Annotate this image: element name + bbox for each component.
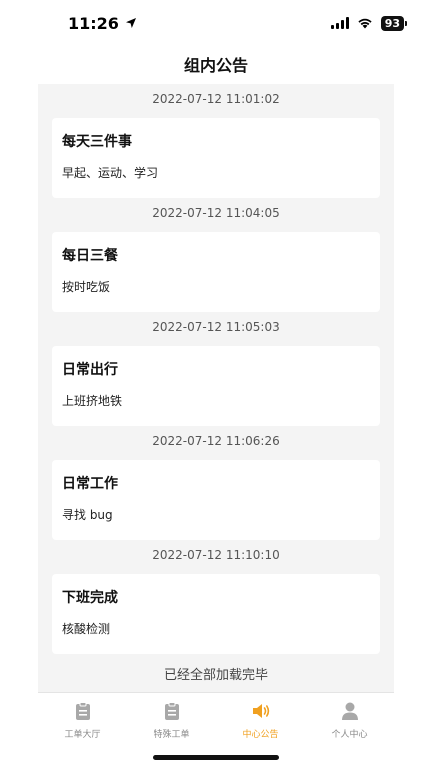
announcement-card[interactable]: 日常工作 寻找 bug [52, 460, 380, 540]
announcement-card[interactable]: 每天三件事 早起、运动、学习 [52, 118, 380, 198]
announcement-timestamp: 2022-07-12 11:06:26 [152, 434, 280, 448]
announcement-timestamp: 2022-07-12 11:01:02 [152, 92, 280, 106]
tab-label: 工单大厅 [64, 730, 101, 740]
status-left: 11:26 [68, 14, 137, 33]
list-end-text: 已经全部加载完毕 [163, 668, 268, 683]
clipboard-icon [75, 702, 90, 720]
clipboard-icon [164, 702, 179, 720]
announcement-title: 日常出行 [62, 362, 118, 378]
announcement-body: 核酸检测 [62, 622, 111, 636]
announcement-body: 早起、运动、学习 [62, 166, 159, 180]
tab-center-announcement[interactable]: 中心公告 [216, 693, 305, 744]
nav-header: 组内公告 [0, 46, 432, 82]
page-title: 组内公告 [183, 56, 248, 75]
battery-indicator: 93 [380, 15, 408, 31]
announcement-entry: 2022-07-12 11:05:03 日常出行 上班挤地铁 [52, 312, 380, 426]
status-right: 93 [330, 15, 408, 31]
tab-label: 特殊工单 [153, 730, 190, 740]
status-bar: 11:26 93 [0, 0, 432, 46]
wifi-icon [358, 18, 372, 29]
home-indicator[interactable] [153, 755, 279, 760]
tab-label: 个人中心 [331, 730, 368, 740]
announcement-timestamp: 2022-07-12 11:05:03 [152, 320, 280, 334]
announcement-entry: 2022-07-12 11:04:05 每日三餐 按时吃饭 [52, 198, 380, 312]
announcement-timestamp: 2022-07-12 11:04:05 [152, 206, 280, 220]
announcement-card[interactable]: 日常出行 上班挤地铁 [52, 346, 380, 426]
announcement-entry: 2022-07-12 11:01:02 每天三件事 早起、运动、学习 [52, 84, 380, 198]
speaker-icon [252, 704, 269, 718]
announcement-entry: 2022-07-12 11:06:26 日常工作 寻找 bug [52, 426, 380, 540]
tab-work-order-hall[interactable]: 工单大厅 [38, 693, 127, 744]
announcement-body: 上班挤地铁 [62, 394, 123, 408]
tab-label: 中心公告 [242, 730, 279, 740]
announcement-card[interactable]: 每日三餐 按时吃饭 [52, 232, 380, 312]
status-time: 11:26 [68, 13, 119, 33]
announcement-body: 寻找 bug [62, 508, 113, 522]
announcement-body: 按时吃饭 [62, 280, 111, 294]
cellular-signal-icon [330, 17, 349, 29]
location-arrow-icon [125, 18, 136, 28]
announcement-card[interactable]: 下班完成 核酸检测 [52, 574, 380, 654]
announcement-title: 日常工作 [62, 476, 118, 492]
announcement-title: 下班完成 [62, 590, 118, 606]
tab-personal-center[interactable]: 个人中心 [305, 693, 394, 744]
announcement-title: 每日三餐 [62, 248, 118, 264]
announcement-timestamp: 2022-07-12 11:10:10 [152, 548, 280, 562]
tab-special-work-order[interactable]: 特殊工单 [127, 693, 216, 744]
bottom-tab-bar: 工单大厅 特殊工单 中心公告 个人中心 [38, 692, 394, 744]
announcement-list[interactable]: 2022-07-12 11:01:02 每天三件事 早起、运动、学习 2022-… [38, 84, 394, 692]
person-icon [341, 702, 358, 720]
announcement-entry: 2022-07-12 11:10:10 下班完成 核酸检测 [52, 540, 380, 654]
announcement-title: 每天三件事 [62, 134, 132, 150]
